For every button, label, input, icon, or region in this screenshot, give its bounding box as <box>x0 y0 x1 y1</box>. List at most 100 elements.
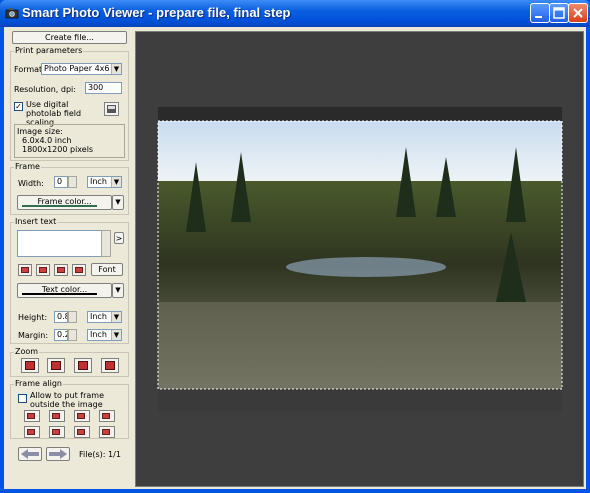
align-top-left-button[interactable] <box>24 410 40 422</box>
close-icon <box>573 8 583 18</box>
zoom-actual-button[interactable] <box>101 358 119 373</box>
resolution-input[interactable]: 300 <box>85 82 122 94</box>
photo-bottom-shade <box>158 389 562 411</box>
photo-brush <box>158 302 562 389</box>
digital-scaling-checkbox[interactable]: ✓ <box>14 102 23 111</box>
fit-window-icon <box>78 361 88 370</box>
align-bottom-left-icon <box>27 429 35 435</box>
align-bottom-right-button[interactable] <box>74 426 90 438</box>
align-top-right-icon <box>77 413 85 419</box>
text-height-unit-value: Inch <box>90 312 107 321</box>
insert-text-input[interactable] <box>17 230 111 257</box>
frame-color-dropdown[interactable]: ▼ <box>112 195 124 210</box>
client-area: Create file... Print parameters Format: … <box>4 27 586 489</box>
app-window: Smart Photo Viewer - prepare file, final… <box>0 0 590 493</box>
title-bar[interactable]: Smart Photo Viewer - prepare file, final… <box>0 0 590 27</box>
close-button[interactable] <box>568 3 588 23</box>
maximize-icon <box>553 7 565 19</box>
align-top-right-button[interactable] <box>74 410 90 422</box>
insert-text-arrow-button[interactable]: > <box>114 232 124 244</box>
resolution-label: Resolution, dpi: <box>14 85 76 94</box>
frame-width-label: Width: <box>18 179 44 188</box>
align-top-center-button[interactable] <box>49 410 65 422</box>
arrow-left-icon <box>21 449 39 459</box>
text-color-swatch <box>22 293 97 295</box>
photo-preview[interactable] <box>136 32 583 486</box>
frame-align-title: Frame align <box>14 379 63 388</box>
frame-title: Frame <box>14 162 41 171</box>
align-top-left-icon <box>27 413 35 419</box>
zoom-in-icon <box>25 361 35 370</box>
text-align-left-button[interactable] <box>18 264 32 276</box>
previous-file-button[interactable] <box>18 447 42 461</box>
insert-text-title: Insert text <box>14 217 58 226</box>
minimize-icon <box>535 16 542 18</box>
align-bottom-left-button[interactable] <box>24 426 40 438</box>
zoom-out-button[interactable] <box>47 358 65 373</box>
frame-outside-label: Allow to put frame outside the image <box>30 391 105 409</box>
image-size-title: Image size: <box>17 127 63 136</box>
align-bottom-full-button[interactable] <box>99 426 115 438</box>
settings-panel: Create file... Print parameters Format: … <box>4 27 132 489</box>
align-left-icon <box>21 267 29 273</box>
text-height-input[interactable]: 0.8 <box>54 311 68 323</box>
align-top-full-icon <box>102 413 110 419</box>
text-height-label: Height: <box>18 313 48 322</box>
frame-width-unit-value: Inch <box>90 177 107 186</box>
create-file-button[interactable]: Create file... <box>12 31 127 44</box>
frame-outside-checkbox[interactable] <box>18 394 27 403</box>
format-select[interactable]: Photo Paper 4x6 in ▼ <box>41 63 122 75</box>
zoom-fit-button[interactable] <box>74 358 92 373</box>
window-title: Smart Photo Viewer - prepare file, final… <box>22 5 291 20</box>
frame-width-unit-select[interactable]: Inch ▼ <box>87 176 122 188</box>
align-top-center-icon <box>52 413 60 419</box>
text-margin-unit-value: Inch <box>90 330 107 339</box>
text-color-button[interactable]: Text color... <box>17 283 112 298</box>
insert-text-scrollbar[interactable] <box>101 230 111 257</box>
image-size-inches: 6.0x4.0 inch <box>22 136 72 145</box>
frame-color-swatch <box>22 205 97 207</box>
text-margin-input[interactable]: 0.2 <box>54 329 68 341</box>
chevron-down-icon[interactable]: ▼ <box>111 330 121 340</box>
text-margin-label: Margin: <box>18 331 49 340</box>
text-height-spinner[interactable] <box>68 311 77 323</box>
frame-color-button[interactable]: Frame color... <box>17 195 112 210</box>
align-justify-icon <box>75 267 83 273</box>
align-top-full-button[interactable] <box>99 410 115 422</box>
chevron-down-icon[interactable]: ▼ <box>111 64 121 74</box>
chevron-down-icon[interactable]: ▼ <box>111 177 121 187</box>
frame-width-spinner[interactable] <box>68 176 77 188</box>
align-bottom-full-icon <box>102 429 110 435</box>
zoom-in-button[interactable] <box>21 358 39 373</box>
image-size-pixels: 1800x1200 pixels <box>22 145 94 154</box>
file-counter: File(s): 1/1 <box>79 450 121 459</box>
zoom-title: Zoom <box>14 347 40 356</box>
align-center-icon <box>39 267 47 273</box>
chevron-down-icon[interactable]: ▼ <box>111 312 121 322</box>
text-align-right-button[interactable] <box>54 264 68 276</box>
font-button[interactable]: Font <box>91 263 123 276</box>
photolab-settings-button[interactable] <box>104 102 119 116</box>
photo-sky <box>158 121 562 181</box>
maximize-button[interactable] <box>549 3 569 23</box>
preview-area[interactable] <box>135 31 584 487</box>
frame-width-input[interactable]: 0 <box>54 176 68 188</box>
text-align-center-button[interactable] <box>36 264 50 276</box>
align-bottom-right-icon <box>77 429 85 435</box>
next-file-button[interactable] <box>46 447 70 461</box>
format-value: Photo Paper 4x6 in <box>44 64 120 73</box>
print-parameters-title: Print parameters <box>14 46 84 55</box>
actual-size-icon <box>105 361 115 370</box>
align-right-icon <box>57 267 65 273</box>
text-margin-unit-select[interactable]: Inch ▼ <box>87 329 122 341</box>
photo-pond <box>286 257 446 277</box>
align-bottom-center-icon <box>52 429 60 435</box>
digital-scaling-label: Use digital photolab field scaling <box>26 100 82 127</box>
text-margin-spinner[interactable] <box>68 329 77 341</box>
arrow-right-icon <box>49 449 67 459</box>
text-color-dropdown[interactable]: ▼ <box>112 283 124 298</box>
text-height-unit-select[interactable]: Inch ▼ <box>87 311 122 323</box>
minimize-button[interactable] <box>530 3 550 23</box>
align-bottom-center-button[interactable] <box>49 426 65 438</box>
text-align-justify-button[interactable] <box>72 264 86 276</box>
